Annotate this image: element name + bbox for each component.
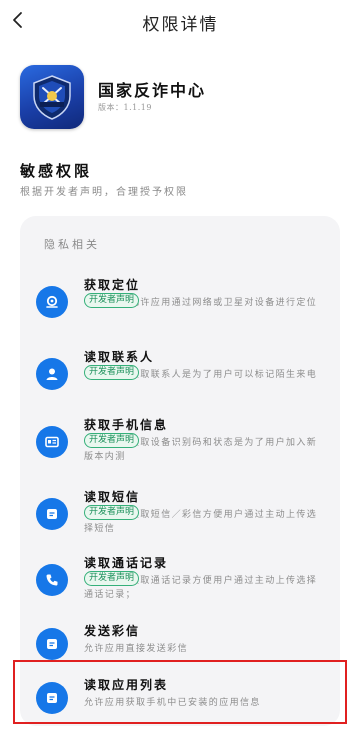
permission-item-contacts[interactable]: 读取联系人 读取联系人是为了用户可以标记陌生来电 开发者声明 [20, 348, 340, 404]
message-icon [36, 498, 68, 530]
permission-item-sms[interactable]: 读取短信 读取短信／彩信方便用户通过主动上传选择短信 开发者声明 [20, 488, 340, 544]
app-logo [20, 65, 84, 129]
id-card-icon [36, 426, 68, 458]
app-name: 国家反诈中心 [98, 81, 207, 100]
developer-statement-badge[interactable]: 开发者声明 [84, 365, 140, 380]
permission-title: 读取短信 [84, 490, 141, 504]
permission-desc: 允许应用直接发送彩信 [84, 644, 189, 654]
permission-title: 读取通话记录 [84, 556, 169, 570]
section-title: 敏感权限 [20, 162, 93, 180]
app-info: 国家反诈中心 版本：1.1.19 [20, 65, 340, 131]
app-version: 版本：1.1.19 [98, 103, 152, 112]
developer-statement-badge[interactable]: 开发者声明 [84, 505, 140, 520]
permission-item-phone-info[interactable]: 获取手机信息 读取设备识别码和状态是为了用户加入新版本内测 开发者声明 [20, 416, 340, 472]
permission-item-location[interactable]: 获取定位 允许应用通过网络或卫星对设备进行定位 开发者声明 [20, 276, 340, 332]
page-title: 权限详情 [142, 15, 219, 35]
permission-title: 获取定位 [84, 278, 141, 292]
permission-title: 读取联系人 [84, 350, 155, 364]
developer-statement-badge[interactable]: 开发者声明 [84, 293, 140, 308]
permission-title: 发送彩信 [84, 624, 141, 638]
permission-item-call-log[interactable]: 读取通话记录 读取通话记录方便用户通过主动上传选择通话记录； 开发者声明 [20, 554, 340, 610]
phone-icon [36, 564, 68, 596]
permission-title: 获取手机信息 [84, 418, 169, 432]
group-label: 隐私相关 [44, 238, 100, 251]
person-icon [36, 358, 68, 390]
message-icon [36, 628, 68, 660]
location-pin-icon [36, 286, 68, 318]
top-bar: 权限详情 [0, 0, 361, 44]
section-subtitle: 根据开发者声明，合理授予权限 [20, 187, 188, 198]
developer-statement-badge[interactable]: 开发者声明 [84, 433, 140, 448]
developer-statement-badge[interactable]: 开发者声明 [84, 571, 140, 586]
shield-icon [33, 75, 71, 120]
highlight-box [13, 660, 347, 724]
permission-card: 隐私相关 获取定位 允许应用通过网络或卫星对设备进行定位 开发者声明 读取联系人… [20, 216, 340, 726]
